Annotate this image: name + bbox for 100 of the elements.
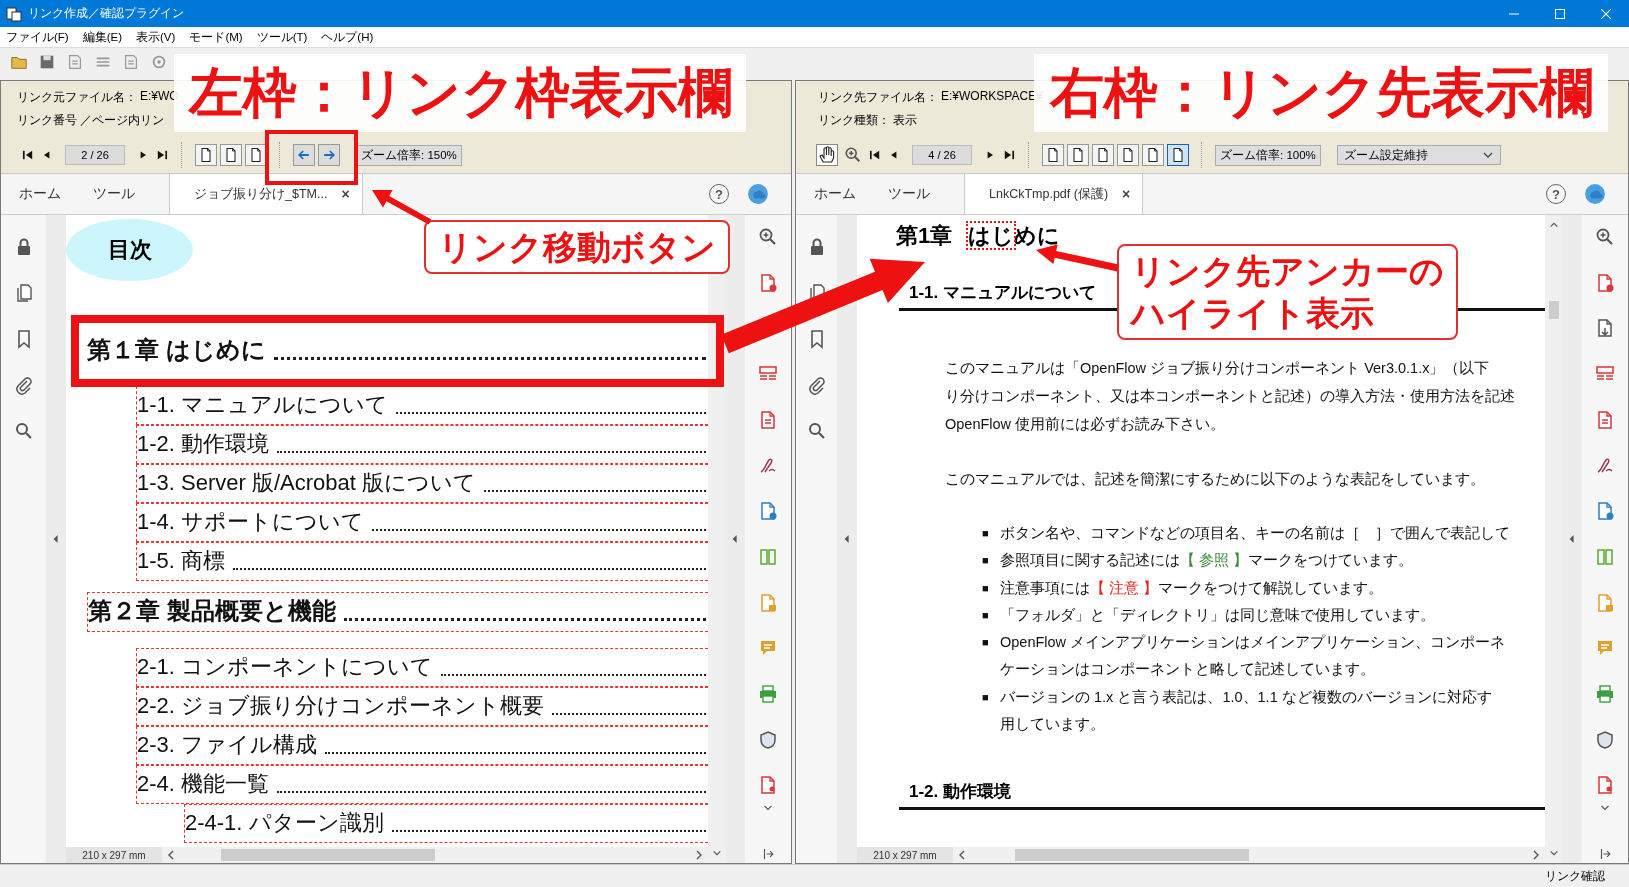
previous-link-button[interactable] <box>293 144 315 166</box>
document-person-icon[interactable] <box>1595 775 1615 796</box>
document-send-icon[interactable] <box>758 501 778 522</box>
list-item-text: 参照項目に関する記述には【 参照 】マークをつけています。 <box>1000 551 1414 571</box>
document-person-icon[interactable] <box>758 775 778 796</box>
window-title: リンク作成／確認プラグイン <box>28 5 184 22</box>
scrollbar-thumb[interactable] <box>1015 849 1249 861</box>
menu-item[interactable]: モード(M) <box>189 29 243 45</box>
document-icon[interactable] <box>1595 409 1615 430</box>
close-button[interactable]: × <box>1122 186 1131 202</box>
printer-icon[interactable] <box>1595 683 1615 704</box>
zoom-in-icon[interactable] <box>758 227 778 247</box>
close-button[interactable]: × <box>341 186 350 202</box>
app-icon <box>6 5 22 22</box>
cloud-icon[interactable] <box>1584 183 1606 205</box>
tab[interactable]: LnkCkTmp.pdf (保護) × <box>964 174 1144 214</box>
status-text: リンク確認 <box>1545 868 1605 884</box>
info-value: E:¥WORKSPACE¥ <box>941 89 1043 105</box>
exit-icon[interactable] <box>1598 846 1612 861</box>
collapse-arrow-icon[interactable] <box>52 532 60 546</box>
maximize-icon[interactable] <box>1555 8 1565 19</box>
annotation-callout: リンク先アンカーの ハイライト表示 <box>1117 244 1458 340</box>
view-button[interactable] <box>245 144 267 166</box>
view-button[interactable] <box>1067 144 1089 166</box>
hand-icon[interactable] <box>816 144 838 166</box>
search-icon[interactable] <box>806 421 827 441</box>
shield-icon[interactable] <box>1595 729 1615 750</box>
save-icon[interactable] <box>38 53 56 71</box>
toc-link[interactable]: 2-3. ファイル構成 <box>136 726 708 765</box>
signature-icon[interactable] <box>758 455 778 476</box>
tab[interactable]: ホーム <box>796 174 870 214</box>
signature-icon[interactable] <box>1595 455 1615 476</box>
menu-item[interactable]: 編集(E) <box>82 29 123 45</box>
page-number-field[interactable]: 2 / 26 <box>65 145 125 165</box>
view-button[interactable] <box>1117 144 1139 166</box>
toc-link[interactable]: 第２章 製品概要と機能 <box>87 592 708 632</box>
page-icon <box>198 146 214 164</box>
toc-link[interactable]: 2-4. 機能一覧 <box>136 765 708 804</box>
close-icon[interactable] <box>1601 8 1611 19</box>
menu-item[interactable]: 表示(V) <box>136 29 176 45</box>
info-label: リンク種類： <box>818 112 890 129</box>
next-link-button[interactable] <box>318 144 340 166</box>
tab[interactable]: ホーム <box>1 174 75 214</box>
search-icon[interactable] <box>13 421 34 441</box>
toc-link[interactable]: 1-4. サポートについて <box>136 503 708 542</box>
view-button[interactable] <box>195 144 217 166</box>
document-icon[interactable] <box>758 409 778 430</box>
scroll-left-icon[interactable] <box>957 849 967 861</box>
toc-link[interactable]: 2-4-1. パターン識別 <box>184 804 708 843</box>
collapse-arrow-icon[interactable] <box>843 532 851 546</box>
scrollbar-thumb[interactable] <box>220 849 435 861</box>
collapse-arrow-icon[interactable] <box>731 532 739 546</box>
scroll-right-icon[interactable] <box>1531 849 1541 861</box>
annotation-callout: リンク移動ボタン <box>424 220 730 274</box>
document-add-icon[interactable] <box>758 272 778 293</box>
info-label: リンク先ファイル名： <box>818 89 938 106</box>
printer-icon[interactable] <box>758 683 778 704</box>
zoom-in-icon[interactable] <box>844 146 862 164</box>
scroll-left-icon[interactable] <box>166 849 176 861</box>
page-icon <box>1095 146 1111 164</box>
bullet-mark: ■ <box>982 635 990 651</box>
view-button[interactable] <box>1142 144 1164 166</box>
zoom-in-icon[interactable] <box>1595 227 1615 247</box>
page-number-field[interactable]: 4 / 26 <box>912 145 972 165</box>
toc-link[interactable]: 2-2. ジョブ振り分けコンポーネント概要 <box>136 687 708 726</box>
toc-link[interactable]: 1-2. 動作環境 <box>136 425 708 464</box>
tab[interactable]: ツール <box>75 174 149 214</box>
document-send-icon[interactable] <box>1595 501 1615 522</box>
document-export-icon[interactable] <box>1595 318 1615 339</box>
collapse-arrow-icon[interactable] <box>1568 532 1576 546</box>
toc-link[interactable]: 1-5. 商標 <box>136 542 708 581</box>
toc-link[interactable]: 1-3. Server 版/Acrobat 版について <box>136 464 708 503</box>
paperclip-icon[interactable] <box>806 375 827 395</box>
document-add-icon[interactable] <box>1595 272 1615 293</box>
menu-item[interactable]: ヘルプ(H) <box>321 29 374 45</box>
info-label: リンク元ファイル名： <box>17 89 137 106</box>
tab[interactable]: ジョブ振り分け_$TM... × <box>169 174 363 214</box>
scroll-right-icon[interactable] <box>694 849 704 861</box>
page-size-label: 210 x 297 mm <box>66 847 162 863</box>
page-icon <box>248 146 264 164</box>
zoom-dropdown[interactable]: ズーム設定維持 <box>1336 145 1501 165</box>
toc-link[interactable]: 1-1. マニュアルについて <box>136 386 708 425</box>
shield-icon[interactable] <box>758 729 778 750</box>
menu-item[interactable]: ツール(T) <box>256 29 308 45</box>
scrollbar-thumb[interactable] <box>1548 301 1559 319</box>
view-button[interactable] <box>1042 144 1064 166</box>
zoom-label: ズーム倍率: 100% <box>1215 144 1321 166</box>
view-button[interactable] <box>220 144 242 166</box>
page-icon <box>1120 146 1136 164</box>
page-size-label: 210 x 297 mm <box>857 847 953 863</box>
toc-link[interactable]: 2-1. コンポーネントについて <box>136 648 708 687</box>
view-button[interactable] <box>1167 144 1189 166</box>
tab[interactable]: ツール <box>870 174 944 214</box>
info-label: リンク番号 ／ページ内リン <box>17 112 165 129</box>
view-button[interactable] <box>1092 144 1114 166</box>
paperclip-icon[interactable] <box>13 375 34 395</box>
exit-icon[interactable] <box>761 846 775 861</box>
cloud-icon[interactable] <box>747 183 769 205</box>
menu-item[interactable]: ファイル(F) <box>6 29 69 45</box>
section-heading: 1-2. 動作環境 <box>899 780 1545 811</box>
